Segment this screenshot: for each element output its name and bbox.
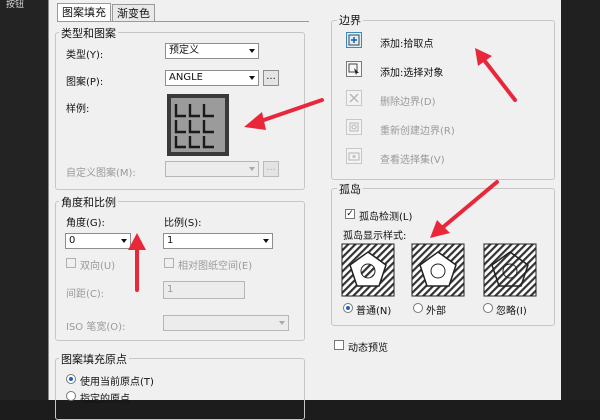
annotation-arrows [128,48,517,292]
annotation-arrow-head [475,48,492,66]
annotation-arrow-head [244,112,266,130]
annotation-arrow-sample [256,98,324,124]
annotation-arrow-head [128,233,146,250]
annotation-arrow-island [440,180,499,230]
annotation-arrow-pick [482,58,517,102]
